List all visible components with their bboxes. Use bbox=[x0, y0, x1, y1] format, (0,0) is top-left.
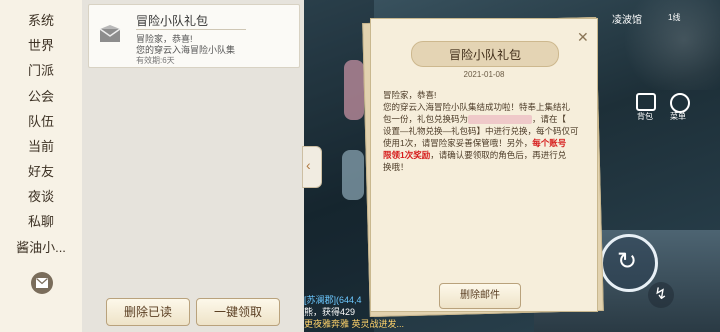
mail-icon[interactable] bbox=[31, 272, 53, 294]
channel-night-talk[interactable]: 夜谈 bbox=[0, 187, 82, 207]
delete-read-button[interactable]: 删除已读 bbox=[106, 298, 190, 326]
sprint-icon: ↯ bbox=[654, 286, 668, 303]
mail-body-line: 包一份，礼包兑换码为 ，请在【 bbox=[383, 113, 566, 125]
menu-icon[interactable] bbox=[670, 93, 690, 113]
mail-body-text: 包一份，礼包兑换码为 bbox=[383, 114, 469, 124]
mail-list-item[interactable]: 冒险小队礼包 冒险家，恭喜! 您的穿云入海冒险小队集 有效期:6天 bbox=[88, 4, 300, 68]
channel-sidebar: 系统 世界 门派 公会 队伍 当前 好友 夜谈 私聊 酱油小... bbox=[0, 0, 83, 332]
envelope-icon bbox=[99, 25, 121, 42]
mail-list-panel: 冒险小队礼包 冒险家，恭喜! 您的穿云入海冒险小队集 有效期:6天 删除已读 一… bbox=[82, 0, 304, 332]
channel-guild[interactable]: 公会 bbox=[0, 87, 82, 107]
mail-title: 冒险小队礼包 bbox=[448, 48, 521, 62]
redacted-code bbox=[468, 115, 533, 125]
sprint-button[interactable]: ↯ bbox=[648, 282, 674, 308]
mail-body-line: 换哦！ bbox=[383, 162, 409, 172]
server-line-indicator[interactable]: 1线 bbox=[668, 12, 680, 23]
channel-friends[interactable]: 好友 bbox=[0, 162, 82, 182]
mail-body-text: ，请在【 bbox=[532, 114, 567, 124]
location-label: 凌波馆 bbox=[612, 15, 642, 26]
claim-all-button[interactable]: 一键领取 bbox=[196, 298, 280, 326]
close-icon[interactable]: ✕ bbox=[577, 29, 589, 46]
mail-highlight: 限领1次奖励 bbox=[383, 150, 431, 160]
channel-private[interactable]: 私聊 bbox=[0, 212, 82, 232]
channel-system[interactable]: 系统 bbox=[0, 11, 82, 31]
delete-mail-button[interactable]: 删除邮件 bbox=[439, 283, 521, 309]
menu-label: 菜单 bbox=[670, 112, 686, 121]
mail-item-expiry: 有效期:6天 bbox=[136, 56, 175, 65]
channel-world[interactable]: 世界 bbox=[0, 36, 82, 56]
mail-item-title: 冒险小队礼包 bbox=[136, 14, 209, 28]
mail-paper: 冒险小队礼包 ✕ 2021-01-08 冒险家，恭喜! 您的穿云入海冒险小队集结… bbox=[370, 18, 598, 312]
bag-icon[interactable] bbox=[636, 93, 656, 111]
collapse-panel-tab[interactable]: ‹ bbox=[302, 146, 322, 188]
mail-body-line: 使用1次，请冒险家妥善保管哦！另外，每个账号 bbox=[383, 137, 566, 149]
skill-button[interactable]: ↻ bbox=[600, 234, 658, 292]
mail-highlight: 每个账号 bbox=[532, 138, 567, 148]
mail-body-line: 您的穿云入海冒险小队集结成功啦！特奉上集结礼 bbox=[383, 102, 571, 112]
channel-sect[interactable]: 门派 bbox=[0, 61, 82, 81]
mail-body-line: 设置—礼物兑换—礼包码】中进行兑换，每个码仅可 bbox=[383, 126, 579, 136]
mail-date: 2021-01-08 bbox=[463, 70, 505, 79]
chevron-left-icon: ‹ bbox=[306, 157, 311, 173]
channel-group[interactable]: 酱油小... bbox=[0, 238, 82, 258]
skill-glyph-icon: ↻ bbox=[617, 248, 638, 275]
bag-label: 背包 bbox=[637, 112, 653, 121]
mail-detail: 冒险小队礼包 ✕ 2021-01-08 冒险家，恭喜! 您的穿云入海冒险小队集结… bbox=[360, 14, 604, 318]
chat-line: 更夜雅奔雅 英灵战进发... bbox=[304, 319, 405, 329]
mail-title-bar: 冒险小队礼包 bbox=[411, 41, 559, 67]
mail-body-line: 冒险家，恭喜! bbox=[383, 90, 437, 100]
channel-current[interactable]: 当前 bbox=[0, 137, 82, 157]
divider bbox=[136, 29, 246, 30]
mail-body-text: ，请确认要领取的角色后，再进行兑 bbox=[430, 150, 567, 160]
mail-body-text: 使用1次，请冒险家妥善保管哦！另外， bbox=[383, 138, 533, 148]
channel-team[interactable]: 队伍 bbox=[0, 112, 82, 132]
mail-body-line: 限领1次奖励，请确认要领取的角色后，再进行兑 bbox=[383, 149, 566, 161]
